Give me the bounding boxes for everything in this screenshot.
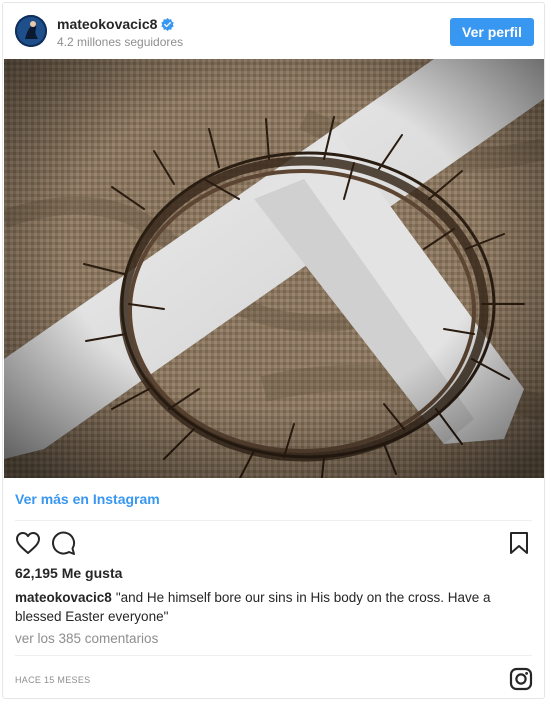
post-timestamp[interactable]: HACE 15 MESES — [15, 675, 90, 685]
instagram-icon[interactable] — [509, 667, 533, 691]
instagram-embed-card: mateokovacic8 4.2 millones seguidores Ve… — [2, 2, 545, 699]
view-comments-link[interactable]: ver los 385 comentarios — [15, 631, 158, 646]
view-profile-button[interactable]: Ver perfil — [450, 18, 534, 46]
post-header: mateokovacic8 4.2 millones seguidores Ve… — [3, 3, 544, 60]
like-count[interactable]: 62,195 Me gusta — [15, 565, 122, 581]
avatar[interactable] — [15, 15, 47, 47]
post-image[interactable] — [4, 59, 544, 478]
follower-count: 4.2 millones seguidores — [57, 35, 184, 49]
bookmark-icon[interactable] — [508, 531, 530, 555]
caption: mateokovacic8 "and He himself bore our si… — [15, 588, 515, 626]
comment-icon[interactable] — [50, 530, 76, 556]
heart-icon[interactable] — [15, 531, 41, 555]
view-more-on-instagram-link[interactable]: Ver más en Instagram — [15, 491, 160, 507]
username-row: mateokovacic8 — [57, 16, 175, 32]
username[interactable]: mateokovacic8 — [57, 16, 157, 32]
divider — [15, 520, 532, 521]
verified-badge-icon — [161, 17, 175, 31]
caption-username[interactable]: mateokovacic8 — [15, 590, 112, 605]
divider — [15, 655, 532, 656]
